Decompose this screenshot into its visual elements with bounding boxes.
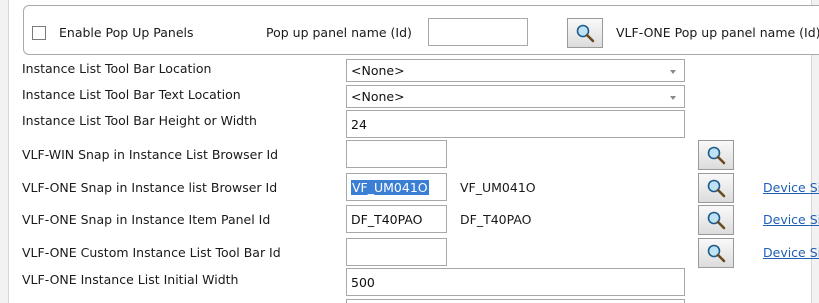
win-snap-input[interactable] — [346, 140, 447, 168]
popup-name-input[interactable] — [428, 18, 528, 46]
next-row-input-partial[interactable] — [346, 299, 685, 303]
one-snap-browser-lookup-button[interactable] — [698, 173, 734, 203]
win-snap-label: VLF-WIN Snap in Instance List Browser Id — [22, 147, 279, 162]
toolbar-height-label: Instance List Tool Bar Height or Width — [22, 113, 257, 128]
magnifier-icon — [707, 146, 726, 165]
one-snap-item-resolved: DF_T40PAO — [460, 212, 532, 227]
toolbar-location-label: Instance List Tool Bar Location — [22, 61, 212, 76]
one-initial-width-input[interactable]: 500 — [346, 268, 685, 296]
one-snap-item-input[interactable]: DF_T40PAO — [346, 205, 447, 233]
popup-name-label: Pop up panel name (Id) — [266, 25, 412, 40]
toolbar-height-input[interactable]: 24 — [346, 110, 685, 138]
toolbar-text-location-label: Instance List Tool Bar Text Location — [22, 87, 241, 102]
toolbar-location-select[interactable]: <None> — [346, 59, 685, 82]
one-snap-item-label: VLF-ONE Snap in Instance Item Panel Id — [22, 212, 271, 227]
one-custom-toolbar-lookup-button[interactable] — [698, 238, 734, 268]
one-custom-toolbar-link[interactable]: Device Si — [763, 245, 819, 261]
one-initial-width-label: VLF-ONE Instance List Initial Width — [22, 272, 239, 287]
magnifier-icon — [707, 179, 726, 198]
toolbar-text-location-select[interactable]: <None> — [346, 85, 685, 108]
one-custom-toolbar-input[interactable] — [346, 238, 447, 266]
one-snap-browser-input[interactable]: VF_UM041O — [346, 173, 447, 201]
one-snap-browser-resolved: VF_UM041O — [460, 180, 536, 195]
left-edge — [0, 0, 9, 303]
popup-lookup-button[interactable] — [567, 18, 603, 48]
one-snap-browser-link[interactable]: Device Si — [763, 180, 819, 196]
win-snap-lookup-button[interactable] — [698, 140, 734, 170]
one-custom-toolbar-label: VLF-ONE Custom Instance List Tool Bar Id — [22, 245, 281, 260]
selected-text: VF_UM041O — [351, 180, 429, 195]
enable-popup-checkbox[interactable] — [32, 26, 46, 40]
one-snap-item-link[interactable]: Device Si — [763, 212, 819, 228]
enable-popup-label: Enable Pop Up Panels — [59, 25, 194, 40]
one-snap-item-lookup-button[interactable] — [698, 205, 734, 235]
toolbar-text-location-value: <None> — [351, 89, 405, 104]
chevron-down-icon — [670, 96, 676, 100]
magnifier-icon — [707, 211, 726, 230]
one-snap-browser-label: VLF-ONE Snap in Instance list Browser Id — [22, 180, 278, 195]
magnifier-icon — [576, 24, 595, 43]
vlf-one-popup-label: VLF-ONE Pop up panel name (Id) — [616, 25, 819, 40]
chevron-down-icon — [670, 70, 676, 74]
magnifier-icon — [707, 244, 726, 263]
toolbar-location-value: <None> — [351, 63, 405, 78]
